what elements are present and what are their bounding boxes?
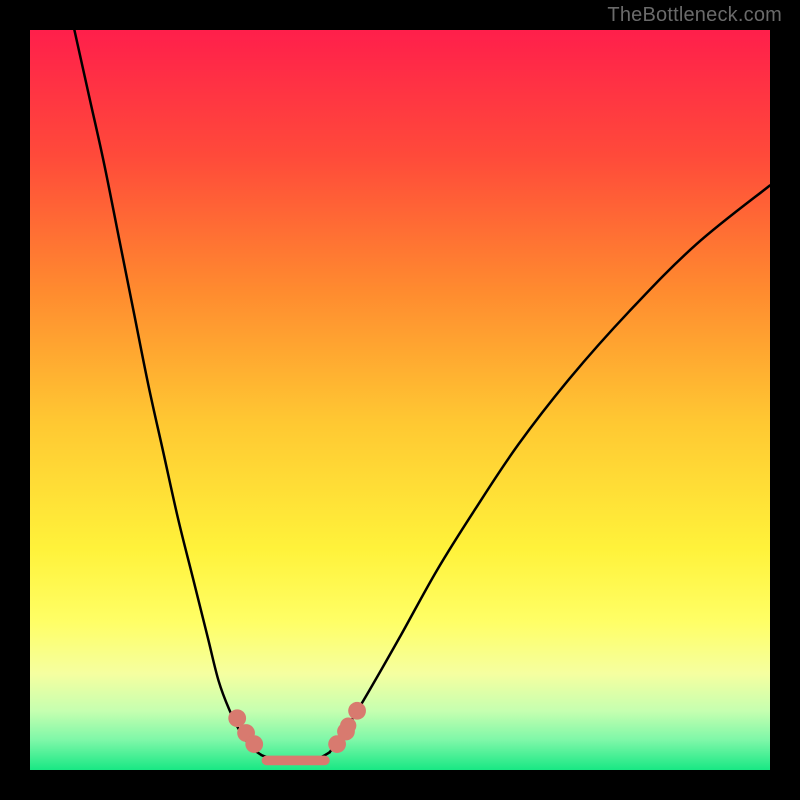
left-dot-1	[228, 709, 246, 727]
left-dot-3	[245, 735, 263, 753]
right-dot-4	[348, 702, 366, 720]
right-dot-3	[340, 717, 356, 733]
plot-background	[30, 30, 770, 770]
valley-bar	[262, 756, 330, 766]
chart-stage: TheBottleneck.com	[0, 0, 800, 800]
chart-svg	[0, 0, 800, 800]
